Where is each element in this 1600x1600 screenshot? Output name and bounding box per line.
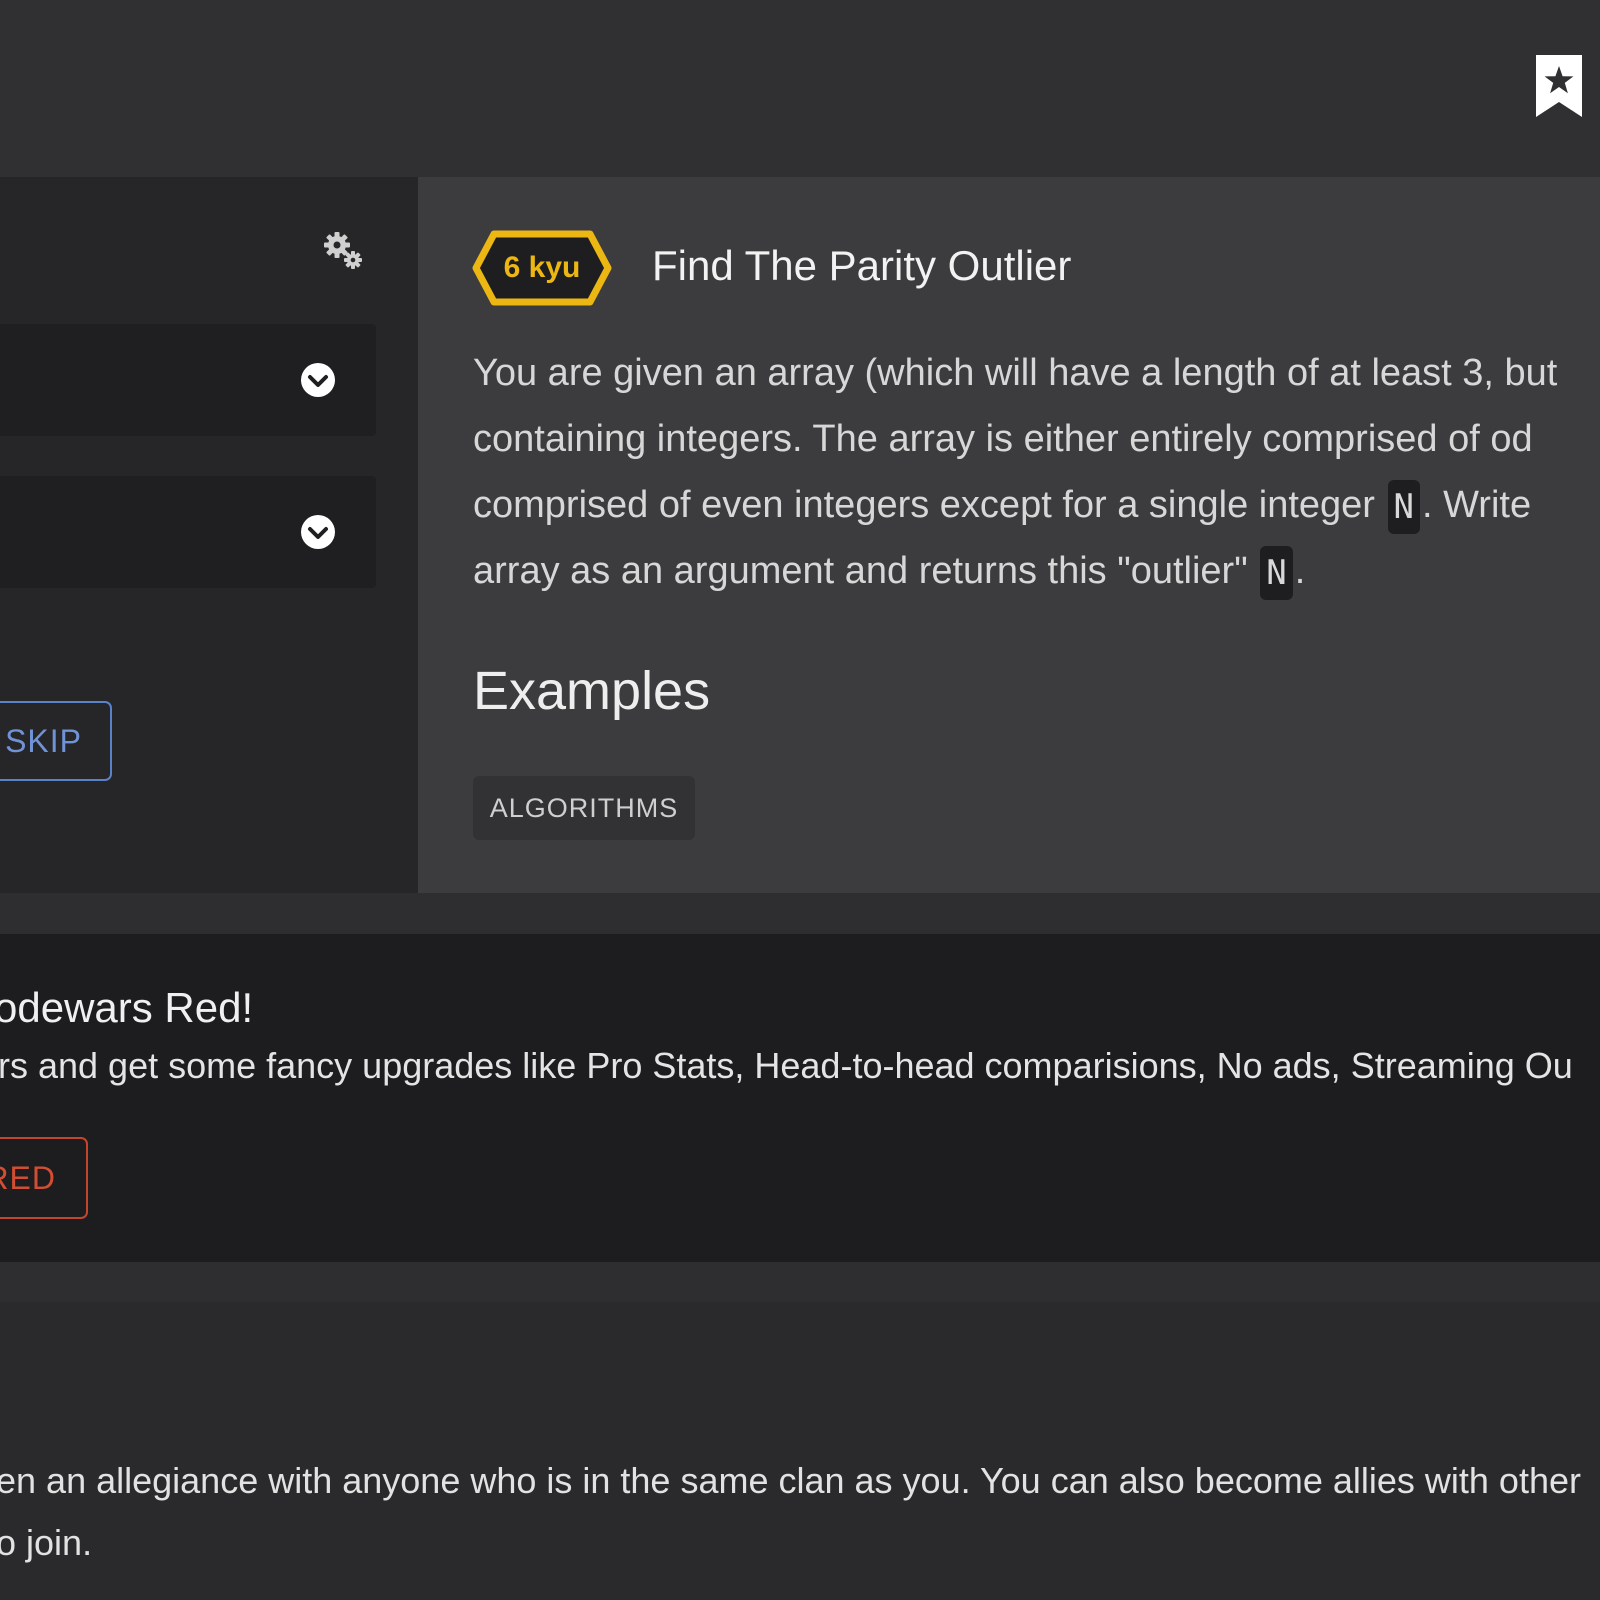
- tag-algorithms[interactable]: ALGORITHMS: [473, 776, 695, 840]
- allies-line: en an allegiance with anyone who is in t…: [0, 1460, 1581, 1501]
- inline-code: N: [1260, 545, 1293, 600]
- description-line: comprised of even integers except for a …: [473, 472, 1600, 538]
- examples-heading: Examples: [473, 661, 711, 721]
- promo-text: rs and get some fancy upgrades like Pro …: [0, 1045, 1573, 1086]
- allies-line: o join.: [0, 1522, 93, 1563]
- description-line: containing integers. The array is either…: [473, 418, 1533, 460]
- gear-icon[interactable]: [322, 229, 366, 273]
- description-text: comprised of even integers except for a …: [473, 484, 1375, 526]
- allies-text: en an allegiance with anyone who is in t…: [0, 1450, 1581, 1574]
- promo-title: odewars Red!: [0, 984, 254, 1031]
- description-text: .: [1294, 550, 1306, 592]
- description-line: You are given an array (which will have …: [473, 352, 1558, 394]
- chevron-down-icon: [301, 515, 335, 549]
- get-red-button[interactable]: RED: [0, 1137, 88, 1219]
- chevron-down-icon: [301, 363, 335, 397]
- inline-code: N: [1387, 479, 1420, 534]
- description-text: . Write: [1422, 484, 1532, 526]
- kata-description: You are given an array (which will have …: [473, 340, 1600, 604]
- language-dropdown[interactable]: [0, 324, 376, 436]
- top-bar: [0, 0, 1600, 177]
- skip-button[interactable]: SKIP: [0, 701, 112, 781]
- kata-title: Find The Parity Outlier: [652, 242, 1072, 289]
- description-text: array as an argument and returns this "o…: [473, 550, 1248, 592]
- bookmark-star-icon[interactable]: [1533, 52, 1585, 120]
- rank-label: 6 kyu: [503, 251, 581, 284]
- description-line: array as an argument and returns this "o…: [473, 538, 1600, 604]
- version-dropdown[interactable]: [0, 476, 376, 588]
